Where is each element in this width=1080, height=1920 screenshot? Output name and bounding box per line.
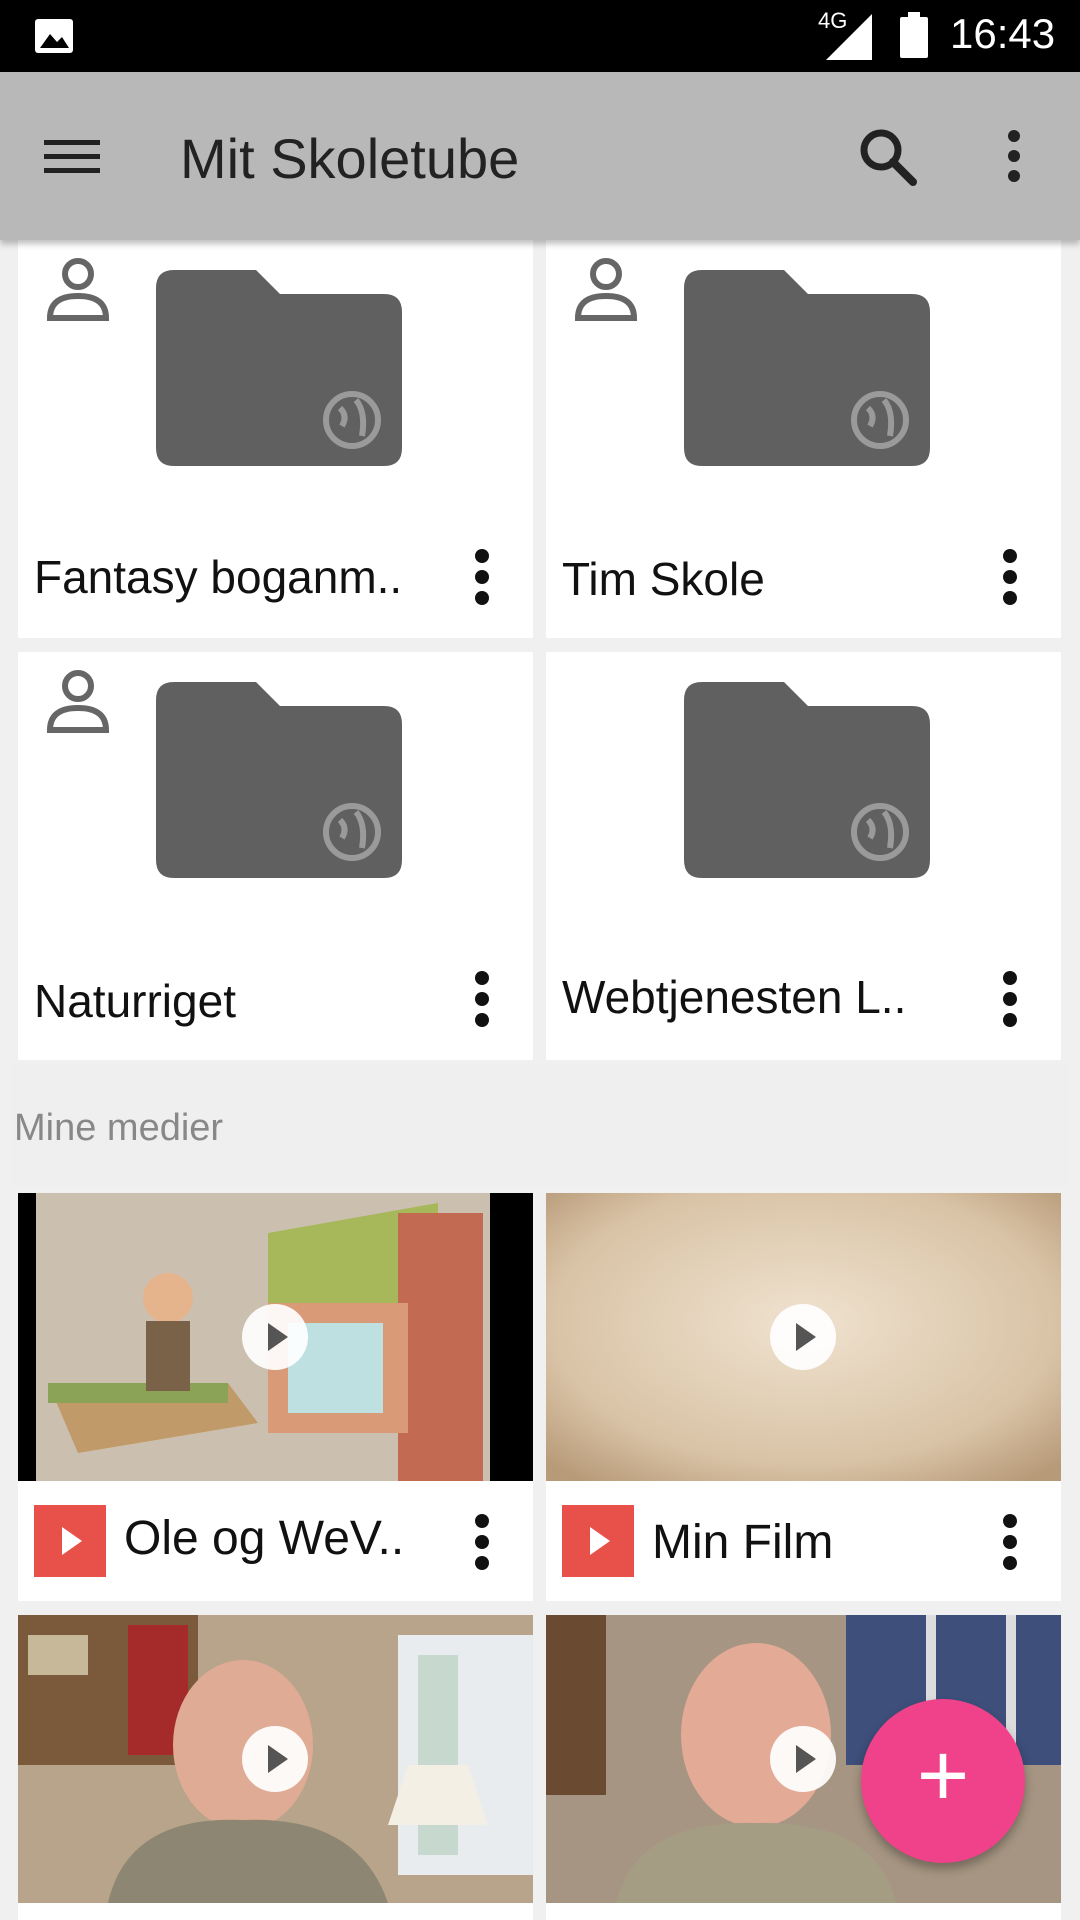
more-vert-icon[interactable] [458,542,506,612]
clock: 16:43 [950,10,1056,57]
status-bar: 4G 16:43 [0,0,1080,72]
person-icon [46,258,110,321]
battery-icon [900,12,928,58]
media-card[interactable]: Min Film [546,1193,1061,1601]
folder-public-icon [684,270,930,466]
search-button[interactable] [855,124,919,188]
add-button[interactable]: + [861,1699,1025,1863]
folder-card[interactable]: Fantasy boganm.. [18,240,533,638]
more-vert-icon [1008,130,1020,182]
folder-card[interactable]: Webtjenesten L.. [546,652,1061,1060]
folder-title: Naturriget [34,975,236,1027]
video-icon [562,1505,634,1577]
more-vert-icon[interactable] [986,542,1034,612]
folder-public-icon [684,682,930,878]
play-icon [242,1726,308,1792]
section-header: Mine medier [12,1065,1068,1187]
folder-title: Fantasy boganm.. [34,551,403,603]
video-thumbnail[interactable] [18,1615,533,1903]
video-thumbnail[interactable] [546,1193,1061,1481]
folder-title: Tim Skole [562,553,765,605]
more-vert-icon[interactable] [986,964,1034,1034]
media-title: Min Film [652,1516,834,1569]
media-card[interactable] [18,1615,533,1920]
folder-public-icon [156,682,402,878]
section-title: Mine medier [14,1107,224,1149]
more-vert-icon[interactable] [458,964,506,1034]
more-vert-icon[interactable] [458,1507,506,1577]
folder-public-icon [156,270,402,466]
folder-card[interactable]: Tim Skole [546,240,1061,638]
person-icon [46,670,110,733]
gallery-icon [35,19,73,53]
person-icon [574,258,638,321]
menu-icon [44,140,100,173]
page-title: Mit Skoletube [180,127,520,190]
play-icon [770,1726,836,1792]
menu-button[interactable] [44,124,124,188]
more-vert-icon[interactable] [986,1507,1034,1577]
folder-card[interactable]: Naturriget [18,652,533,1060]
play-icon [770,1304,836,1370]
video-icon [34,1505,106,1577]
signal-icon [826,14,872,60]
media-card[interactable]: Ole og WeV.. [18,1193,533,1601]
overflow-menu-button[interactable] [990,124,1038,188]
play-icon [242,1304,308,1370]
media-title: Ole og WeV.. [124,1512,405,1565]
folder-title: Webtjenesten L.. [562,971,907,1023]
video-thumbnail[interactable] [18,1193,533,1481]
search-icon [860,129,917,186]
app-bar: Mit Skoletube [0,72,1080,240]
add-label: + [916,1726,970,1826]
